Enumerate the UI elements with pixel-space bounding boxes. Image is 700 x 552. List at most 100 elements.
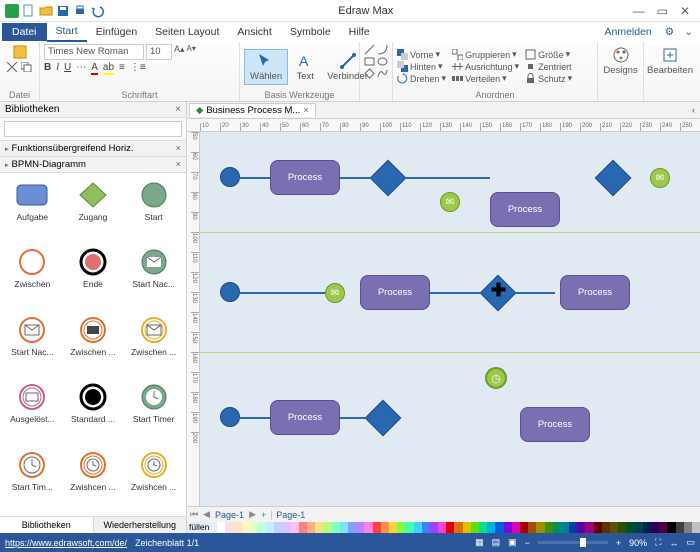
save-icon[interactable]	[56, 4, 70, 18]
color-swatch[interactable]	[594, 522, 602, 533]
bpmn-task[interactable]: Process	[270, 400, 340, 435]
color-swatch[interactable]	[438, 522, 446, 533]
font-size-select[interactable]: 10	[146, 44, 172, 60]
color-swatch[interactable]	[307, 522, 315, 533]
new-icon[interactable]	[22, 4, 36, 18]
color-swatch[interactable]	[643, 522, 651, 533]
shape-item[interactable]: Standard ...	[63, 379, 124, 444]
bpmn-flow[interactable]	[240, 417, 270, 419]
minimize-button[interactable]: —	[633, 4, 645, 18]
copy-icon[interactable]	[21, 62, 33, 72]
undo-icon[interactable]	[90, 4, 104, 18]
font-shrink-icon[interactable]: A▾	[187, 44, 196, 60]
color-swatch[interactable]	[340, 522, 348, 533]
poly-icon[interactable]	[364, 68, 375, 79]
color-swatch[interactable]	[651, 522, 659, 533]
category-close-icon[interactable]: ×	[175, 143, 181, 154]
moreformat-icon[interactable]: ⋯	[76, 62, 86, 75]
color-swatch[interactable]	[291, 522, 299, 533]
color-swatch[interactable]	[283, 522, 291, 533]
bpmn-task[interactable]: Process	[520, 407, 590, 442]
shape-item[interactable]: Ende	[63, 244, 124, 309]
page-nav-next-icon[interactable]: ▶	[249, 509, 256, 520]
zoom-level[interactable]: 90%	[629, 538, 647, 548]
protect-button[interactable]: Schutz ▾	[525, 73, 572, 84]
color-swatch[interactable]	[266, 522, 274, 533]
color-swatch[interactable]	[233, 522, 241, 533]
group-button[interactable]: Gruppieren ▾	[452, 49, 519, 60]
bpmn-flow[interactable]	[240, 177, 270, 179]
shape-item[interactable]: Start Timer	[123, 379, 184, 444]
line-icon[interactable]	[364, 44, 375, 55]
color-swatch[interactable]	[684, 522, 692, 533]
bpmn-flow[interactable]	[340, 417, 365, 419]
color-swatch[interactable]	[585, 522, 593, 533]
drawing-canvas[interactable]: Process Process Process ✚ Process	[200, 132, 700, 506]
zoom-in-icon[interactable]: +	[616, 538, 621, 548]
library-close-icon[interactable]: ×	[175, 104, 181, 115]
library-category-functional[interactable]: ▸ Funktionsübergreifend Horiz. ×	[0, 141, 186, 157]
color-swatch[interactable]	[512, 522, 520, 533]
color-swatch[interactable]	[610, 522, 618, 533]
color-swatch[interactable]	[635, 522, 643, 533]
open-icon[interactable]	[39, 4, 53, 18]
color-swatch[interactable]	[618, 522, 626, 533]
bring-front-button[interactable]: Vorne ▾	[397, 49, 446, 60]
color-swatch[interactable]	[536, 522, 544, 533]
highlight-icon[interactable]: ab	[103, 62, 114, 75]
rotate-button[interactable]: Drehen ▾	[397, 73, 446, 84]
align-button[interactable]: Ausrichtung ▾	[452, 61, 519, 72]
shape-item[interactable]: Ausgelöst...	[2, 379, 63, 444]
send-back-button[interactable]: Hinten ▾	[397, 61, 446, 72]
bpmn-timer-event[interactable]	[485, 367, 507, 389]
bpmn-flow[interactable]	[340, 177, 370, 179]
color-swatch[interactable]	[504, 522, 512, 533]
underline-button[interactable]: U	[64, 62, 71, 75]
collapse-ribbon-icon[interactable]: ⌄	[679, 23, 698, 41]
color-swatch[interactable]	[659, 522, 667, 533]
color-swatch[interactable]	[332, 522, 340, 533]
color-swatch[interactable]	[299, 522, 307, 533]
align-left-icon[interactable]: ≡	[119, 62, 125, 75]
tab-help[interactable]: Hilfe	[340, 23, 379, 41]
color-swatch[interactable]	[602, 522, 610, 533]
distribute-button[interactable]: Verteilen ▾	[452, 73, 519, 84]
color-swatch[interactable]	[545, 522, 553, 533]
bpmn-start-event[interactable]	[220, 167, 240, 187]
shape-item[interactable]: Zwischen ...	[123, 312, 184, 377]
tab-symbols[interactable]: Symbole	[281, 23, 340, 41]
fit-width-icon[interactable]: ↔	[669, 538, 678, 548]
center-button[interactable]: Zentriert	[525, 61, 572, 72]
select-tool[interactable]: Wählen	[244, 49, 288, 85]
color-swatch[interactable]	[626, 522, 634, 533]
close-button[interactable]: ✕	[680, 4, 690, 18]
shape-item[interactable]: Start Nac...	[2, 312, 63, 377]
status-url[interactable]: https://www.edrawsoft.com/de/	[5, 538, 127, 548]
bpmn-message-event[interactable]	[440, 192, 460, 212]
bold-button[interactable]: B	[44, 62, 51, 75]
color-swatch[interactable]	[487, 522, 495, 533]
settings-icon[interactable]: ⚙	[660, 23, 679, 41]
bpmn-task[interactable]: Process	[270, 160, 340, 195]
color-swatch[interactable]	[250, 522, 258, 533]
maximize-button[interactable]: ▭	[657, 4, 668, 18]
shape-item[interactable]: Zwishcen ...	[63, 447, 124, 512]
color-swatch[interactable]	[676, 522, 684, 533]
category-close-icon[interactable]: ×	[175, 159, 181, 170]
italic-button[interactable]: I	[56, 62, 59, 75]
shape-item[interactable]: Zwischen ...	[63, 312, 124, 377]
color-swatch[interactable]	[405, 522, 413, 533]
freehand-icon[interactable]	[377, 68, 388, 79]
login-link[interactable]: Anmelden	[596, 23, 659, 41]
tab-insert[interactable]: Einfügen	[87, 23, 146, 41]
bpmn-message-event[interactable]	[325, 283, 345, 303]
color-swatch[interactable]	[373, 522, 381, 533]
shape-item[interactable]: Zugang	[63, 177, 124, 242]
bpmn-start-event[interactable]	[220, 407, 240, 427]
color-swatch[interactable]	[520, 522, 528, 533]
library-category-bpmn[interactable]: ▸ BPMN-Diagramm ×	[0, 157, 186, 173]
color-swatch[interactable]	[397, 522, 405, 533]
view-outline-icon[interactable]: ▤	[492, 537, 501, 548]
oval-icon[interactable]	[377, 56, 388, 67]
font-color-icon[interactable]: A	[91, 62, 98, 75]
